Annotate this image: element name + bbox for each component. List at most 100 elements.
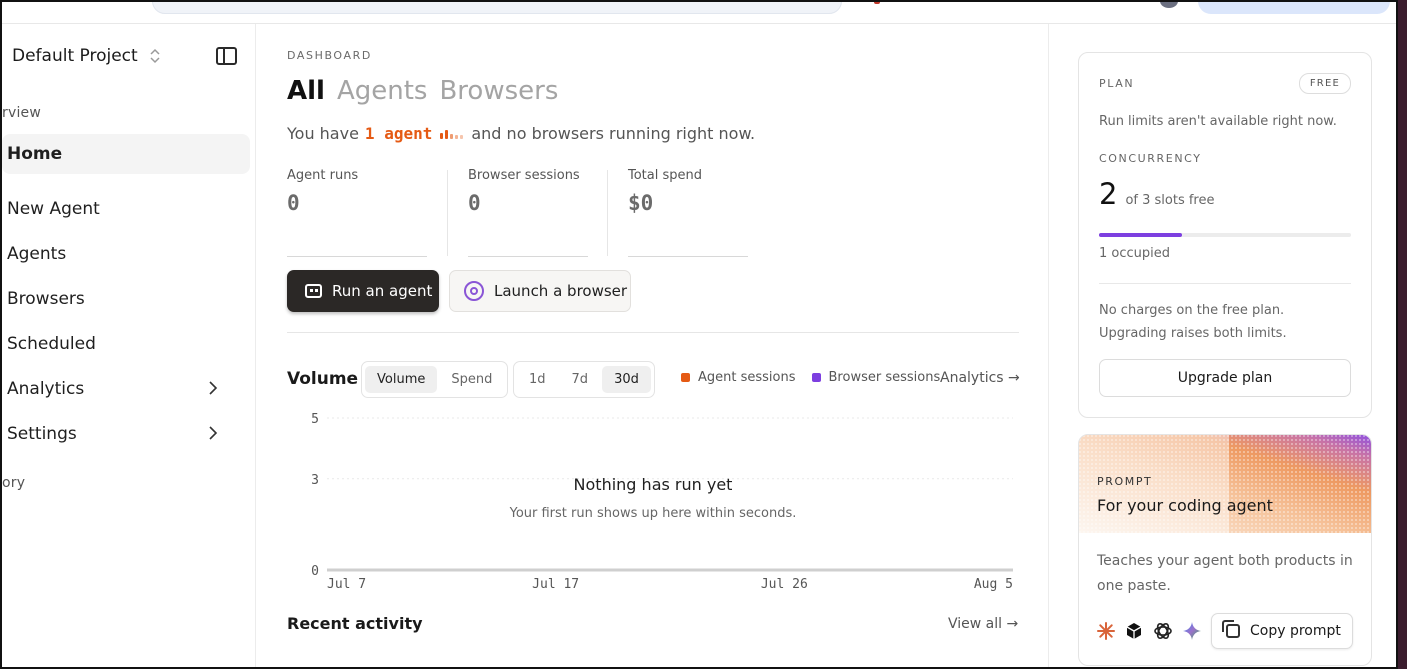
sidebar: Default Project rview Home New Agent Age… bbox=[2, 24, 256, 667]
chart-legend: Agent sessions Browser sessions bbox=[681, 370, 940, 385]
robot-icon bbox=[305, 284, 322, 298]
stat-browser-sessions: Browser sessions 0 bbox=[468, 168, 588, 257]
right-panel: PLAN FREE Run limits aren't available ri… bbox=[1050, 24, 1396, 667]
sidebar-item-browsers[interactable]: Browsers bbox=[2, 279, 250, 319]
stat-label: Total spend bbox=[628, 168, 703, 183]
concurrency-readout: 2 of 3 slots free bbox=[1099, 177, 1215, 212]
x-tick-label: Jul 17 bbox=[532, 577, 579, 592]
project-name: Default Project bbox=[12, 46, 138, 66]
prompt-title: For your coding agent bbox=[1097, 496, 1273, 515]
run-agent-label: Run an agent bbox=[332, 282, 433, 300]
sidebar-item-label: Settings bbox=[7, 424, 77, 444]
stat-label: Browser sessions bbox=[468, 168, 580, 183]
activity-bars-icon bbox=[440, 127, 464, 139]
range-option-7d[interactable]: 7d bbox=[560, 366, 601, 393]
range-toggle: 1d 7d 30d bbox=[513, 361, 655, 398]
notification-dot bbox=[874, 2, 880, 4]
avatar[interactable] bbox=[1160, 2, 1178, 8]
slots-free-text: of 3 slots free bbox=[1125, 193, 1215, 208]
range-option-30d[interactable]: 30d bbox=[602, 366, 651, 393]
sidebar-toggle-icon[interactable] bbox=[216, 47, 237, 65]
cube-icon bbox=[1126, 623, 1142, 639]
prompt-caption: PROMPT bbox=[1097, 475, 1153, 488]
chevron-right-icon bbox=[208, 425, 218, 445]
search-bar[interactable] bbox=[152, 2, 842, 14]
volume-title: Volume bbox=[287, 369, 359, 389]
stat-label: Agent runs bbox=[287, 168, 359, 183]
running-prefix: You have bbox=[287, 124, 359, 143]
sidebar-item-label: New Agent bbox=[7, 199, 100, 219]
top-action-button[interactable] bbox=[1198, 2, 1390, 14]
launch-browser-button[interactable]: Launch a browser bbox=[449, 270, 631, 312]
project-switcher[interactable]: Default Project bbox=[12, 46, 160, 66]
recent-activity-title: Recent activity bbox=[287, 614, 423, 633]
dashboard-tabs: All Agents Browsers bbox=[287, 76, 558, 106]
x-tick-label: Jul 26 bbox=[761, 577, 808, 592]
metric-option-volume[interactable]: Volume bbox=[365, 366, 438, 393]
run-agent-button[interactable]: Run an agent bbox=[287, 270, 439, 312]
section-label-history: ory bbox=[2, 475, 26, 491]
legend-item-browser: Browser sessions bbox=[811, 370, 940, 385]
gemini-icon bbox=[1183, 622, 1201, 640]
plan-note-1: No charges on the free plan. bbox=[1099, 303, 1285, 318]
stat-value: 0 bbox=[468, 191, 481, 215]
copy-prompt-label: Copy prompt bbox=[1250, 623, 1341, 639]
copy-icon bbox=[1222, 620, 1240, 638]
view-all-link[interactable]: View all → bbox=[948, 616, 1018, 632]
metric-toggle: Volume Spend bbox=[361, 361, 509, 398]
x-tick-label: Jul 7 bbox=[327, 577, 366, 592]
sidebar-item-label: Analytics bbox=[7, 379, 85, 399]
metric-option-spend[interactable]: Spend bbox=[439, 366, 504, 393]
tab-browsers[interactable]: Browsers bbox=[439, 76, 558, 106]
y-tick-label: 5 bbox=[311, 412, 319, 427]
concurrency-progress bbox=[1099, 233, 1351, 237]
sidebar-item-scheduled[interactable]: Scheduled bbox=[2, 324, 250, 364]
chevron-up-down-icon bbox=[150, 48, 160, 64]
claude-icon bbox=[1097, 622, 1115, 640]
sidebar-item-label: Agents bbox=[7, 244, 67, 264]
empty-state-subtitle: Your first run shows up here within seco… bbox=[509, 506, 797, 521]
analytics-link[interactable]: Analytics → bbox=[940, 370, 1020, 386]
sidebar-item-new-agent[interactable]: New Agent bbox=[2, 189, 250, 229]
prompt-card: PROMPT For your coding agent Teaches you… bbox=[1078, 434, 1372, 666]
running-agent-count[interactable]: 1 agent bbox=[365, 124, 432, 143]
empty-state-title: Nothing has run yet bbox=[573, 475, 733, 494]
plan-limits-text: Run limits aren't available right now. bbox=[1099, 114, 1337, 129]
agent-logos bbox=[1097, 621, 1201, 641]
y-tick-label: 0 bbox=[311, 564, 319, 579]
running-suffix: and no browsers running right now. bbox=[471, 124, 756, 143]
top-bar bbox=[2, 2, 1396, 24]
divider bbox=[287, 332, 1019, 333]
launch-browser-label: Launch a browser bbox=[494, 282, 628, 300]
browser-icon bbox=[464, 281, 484, 301]
plan-card: PLAN FREE Run limits aren't available ri… bbox=[1078, 52, 1372, 418]
plan-badge: FREE bbox=[1298, 73, 1351, 94]
legend-item-agent: Agent sessions bbox=[681, 370, 796, 385]
x-tick-label: Aug 5 bbox=[974, 577, 1013, 592]
concurrency-progress-fill bbox=[1099, 233, 1183, 237]
chevron-right-icon bbox=[208, 380, 218, 400]
tab-agents[interactable]: Agents bbox=[337, 76, 428, 106]
stat-value: 0 bbox=[287, 191, 300, 215]
sidebar-item-label: Browsers bbox=[7, 289, 85, 309]
sidebar-item-label: Home bbox=[7, 144, 63, 164]
range-option-1d[interactable]: 1d bbox=[517, 366, 558, 393]
sidebar-item-agents[interactable]: Agents bbox=[2, 234, 250, 274]
plan-caption: PLAN bbox=[1099, 77, 1135, 90]
stat-value: $0 bbox=[628, 191, 654, 215]
upgrade-plan-button[interactable]: Upgrade plan bbox=[1099, 359, 1351, 397]
sidebar-item-settings[interactable]: Settings bbox=[2, 414, 250, 454]
sidebar-item-label: Scheduled bbox=[7, 334, 96, 354]
sidebar-item-home[interactable]: Home bbox=[2, 134, 250, 174]
copy-prompt-button[interactable]: Copy prompt bbox=[1211, 613, 1353, 649]
slots-free-count: 2 bbox=[1099, 177, 1118, 211]
tab-all[interactable]: All bbox=[287, 76, 325, 106]
section-label-overview: rview bbox=[2, 105, 41, 121]
concurrency-caption: CONCURRENCY bbox=[1099, 152, 1202, 165]
running-summary: You have 1 agent and no browsers running… bbox=[287, 124, 755, 143]
stat-agent-runs: Agent runs 0 bbox=[287, 168, 427, 257]
page-eyebrow: DASHBOARD bbox=[287, 49, 372, 62]
sidebar-item-analytics[interactable]: Analytics bbox=[2, 369, 250, 409]
prompt-desc-1: Teaches your agent both products in bbox=[1097, 553, 1353, 569]
app-window: Default Project rview Home New Agent Age… bbox=[0, 0, 1398, 669]
